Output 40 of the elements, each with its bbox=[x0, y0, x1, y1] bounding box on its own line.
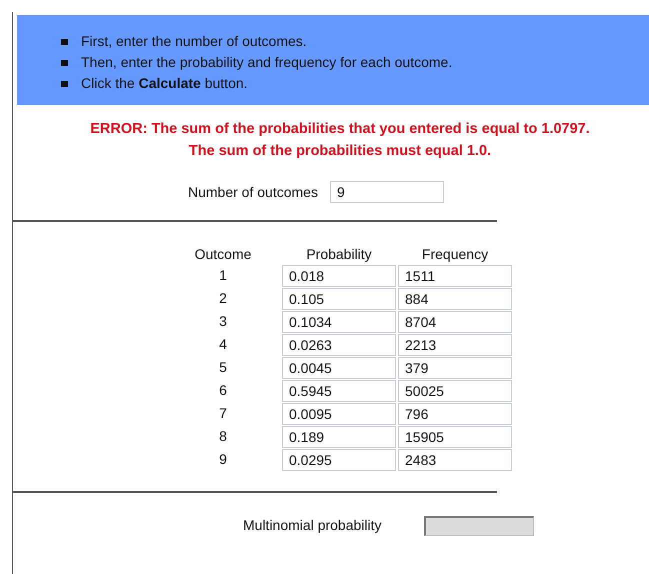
field-label: Number of outcomes bbox=[188, 182, 318, 202]
error-message: ERROR: The sum of the probabilities that you entered is equal to 1.0797. The sum of the probabilities must equal 1.0. bbox=[89, 120, 591, 160]
instruction-text: Click the Calculate button. bbox=[81, 74, 248, 93]
column-header: Outcome bbox=[194, 244, 252, 264]
bullet-icon bbox=[61, 80, 68, 86]
outcome-number: 5 bbox=[218, 358, 228, 377]
outcomes-input[interactable]: 9 bbox=[330, 181, 444, 203]
probability-input[interactable]: 0.0095 bbox=[282, 402, 396, 424]
probability-input[interactable]: 0.0045 bbox=[282, 356, 396, 378]
instruction-text: Then, enter the probability and frequency for each outcome. bbox=[81, 53, 452, 72]
frequency-input[interactable]: 796 bbox=[398, 402, 512, 424]
outcome-number: 3 bbox=[218, 312, 228, 331]
probability-input[interactable]: 0.1034 bbox=[282, 310, 396, 332]
frequency-input[interactable]: 15905 bbox=[398, 426, 512, 448]
probability-input[interactable]: 0.0295 bbox=[282, 448, 396, 470]
frequency-input[interactable]: 379 bbox=[398, 356, 512, 378]
bullet-icon bbox=[61, 60, 68, 66]
outcome-number: 1 bbox=[218, 266, 228, 285]
frequency-input[interactable]: 1511 bbox=[398, 264, 512, 286]
outcome-number: 6 bbox=[218, 381, 228, 400]
outcome-number: 7 bbox=[218, 404, 228, 423]
outcome-number: 9 bbox=[218, 450, 228, 469]
column-header: Frequency bbox=[420, 244, 490, 264]
frequency-input[interactable]: 2483 bbox=[398, 448, 512, 470]
column-header: Probability bbox=[305, 244, 373, 264]
frequency-input[interactable]: 884 bbox=[398, 288, 512, 310]
result-label: Multinomial probability bbox=[243, 516, 382, 535]
probability-input[interactable]: 0.5945 bbox=[282, 380, 396, 402]
probability-input[interactable]: 0.105 bbox=[282, 288, 396, 310]
outcome-number: 8 bbox=[218, 427, 228, 446]
bullet-icon bbox=[61, 38, 68, 44]
outcome-number: 4 bbox=[218, 335, 228, 354]
frequency-input[interactable]: 50025 bbox=[398, 380, 512, 402]
probability-input[interactable]: 0.0263 bbox=[282, 334, 396, 356]
outcome-number: 2 bbox=[218, 289, 228, 308]
frequency-input[interactable]: 2213 bbox=[398, 334, 512, 356]
probability-input[interactable]: 0.018 bbox=[282, 264, 396, 286]
frequency-input[interactable]: 8704 bbox=[398, 310, 512, 332]
probability-input[interactable]: 0.189 bbox=[282, 426, 396, 448]
instruction-text: First, enter the number of outcomes. bbox=[81, 32, 307, 51]
